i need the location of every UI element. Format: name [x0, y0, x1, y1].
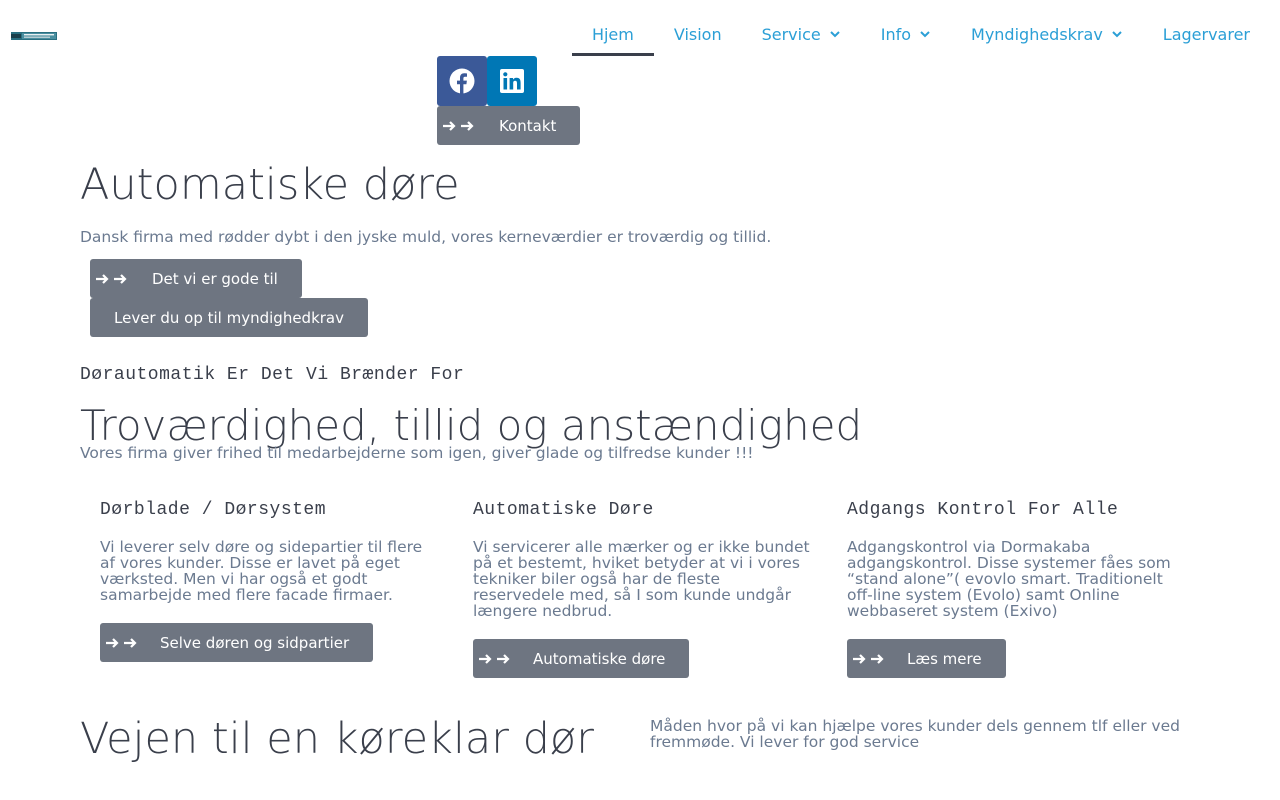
nav-item-info[interactable]: Info — [861, 12, 951, 56]
button-label: Kontakt — [499, 116, 557, 135]
column-text: Adgangskontrol via Dormakaba adgangskont… — [847, 538, 1171, 620]
nav-item-myndighedskrav[interactable]: Myndighedskrav — [951, 12, 1143, 56]
chevron-down-icon — [920, 31, 930, 38]
button-label: Det vi er gode til — [152, 269, 278, 288]
nav-item-service[interactable]: Service — [742, 12, 861, 56]
button-label: Læs mere — [907, 649, 982, 668]
linkedin-button[interactable] — [487, 56, 537, 106]
nav-label: Hjem — [591, 24, 634, 44]
column-title: Adgangs Kontrol For Alle — [847, 500, 1119, 520]
button-label: Automatiske døre — [533, 649, 666, 668]
nav-label: Service — [761, 24, 821, 44]
chevron-down-icon — [830, 31, 840, 38]
hero-title: Automatiske døre — [80, 160, 460, 210]
button-label: Lever du op til myndighedkrav — [114, 308, 344, 327]
linkedin-icon — [500, 69, 524, 93]
facebook-icon — [449, 68, 475, 94]
laes-mere-button[interactable]: Læs mere — [847, 639, 1006, 678]
selve-doeren-button[interactable]: Selve døren og sidpartier — [100, 623, 374, 662]
nav-item-hjem[interactable]: Hjem — [571, 12, 654, 56]
det-vi-er-gode-til-button[interactable]: Det vi er gode til — [90, 259, 302, 298]
main-nav: Hjem Vision Service Info Myndighedskrav … — [571, 12, 1270, 56]
nav-item-vision[interactable]: Vision — [654, 12, 742, 56]
bottom-title: Vejen til en køreklar dør — [80, 714, 594, 764]
double-arrow-right-icon — [847, 651, 885, 667]
myndighedkrav-button[interactable]: Lever du op til myndighedkrav — [90, 298, 368, 337]
social-links — [437, 56, 537, 106]
column-text: Vi leverer selv døre og sidepartier til … — [100, 538, 423, 604]
double-arrow-right-icon — [90, 271, 128, 287]
kontakt-button[interactable]: Kontakt — [437, 106, 581, 145]
nav-label: Myndighedskrav — [971, 24, 1103, 44]
facebook-button[interactable] — [437, 56, 487, 106]
section-kicker: Dørautomatik Er Det Vi Brænder For — [80, 365, 465, 385]
column-text: Vi servicerer alle mærker og er ikke bun… — [473, 538, 810, 620]
column-title: Dørblade / Dørsystem — [100, 500, 327, 520]
column-title: Automatiske Døre — [473, 500, 654, 520]
nav-item-lagervarer[interactable]: Lagervarer — [1143, 12, 1270, 56]
section-text: Vores firma giver frihed til medarbejder… — [80, 444, 754, 462]
double-arrow-right-icon — [100, 635, 138, 651]
nav-label: Info — [880, 24, 912, 44]
double-arrow-right-icon — [437, 118, 475, 134]
nav-label: Lagervarer — [1162, 24, 1250, 44]
automatiske-doere-button[interactable]: Automatiske døre — [473, 639, 690, 678]
section-title: Troværdighed, tillid og anstændighed — [80, 401, 863, 450]
chevron-down-icon — [1112, 31, 1122, 38]
button-label: Selve døren og sidpartier — [160, 633, 350, 652]
logo[interactable] — [11, 28, 57, 42]
bottom-text: Måden hvor på vi kan hjælpe vores kunder… — [650, 717, 1180, 751]
nav-label: Vision — [673, 24, 722, 44]
double-arrow-right-icon — [473, 651, 511, 667]
hero-text: Dansk firma med rødder dybt i den jyske … — [80, 228, 772, 246]
